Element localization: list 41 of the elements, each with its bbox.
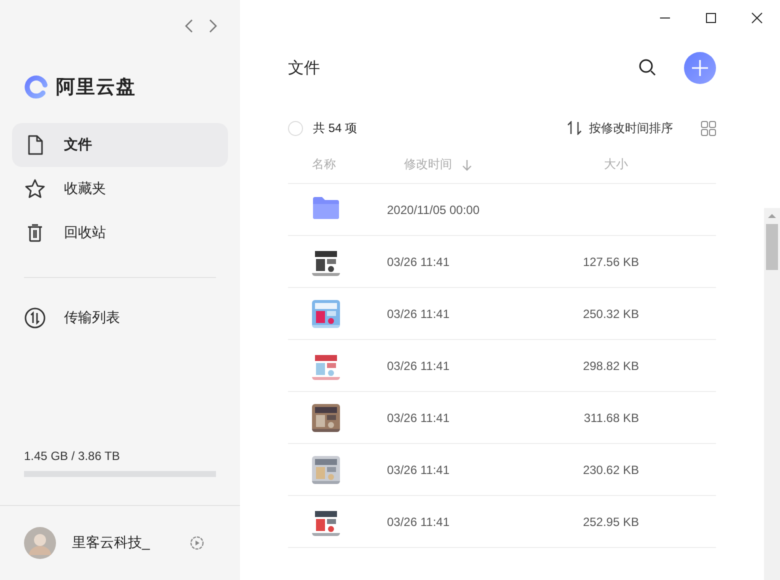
modified-time: 03/26 11:41 (387, 462, 451, 476)
storage-usage: 1.45 GB / 3.86 TB (24, 449, 121, 463)
modified-time: 03/26 11:41 (387, 254, 451, 268)
file-size: 252.95 KB (582, 514, 639, 528)
scroll-up-icon[interactable] (768, 213, 776, 218)
sidebar-item[interactable]: 收藏夹 (12, 167, 228, 211)
app-name: 阿里云盘 (56, 76, 136, 100)
play-button[interactable] (190, 536, 204, 550)
add-button[interactable] (684, 52, 716, 84)
sort-icon (567, 121, 583, 135)
sidebar-item[interactable]: 回收站 (12, 211, 228, 255)
file-size: 127.56 KB (582, 254, 639, 268)
sort-down-icon (462, 158, 472, 170)
file-size: 298.82 KB (582, 358, 639, 372)
sort-button[interactable]: 按修改时间排序 (567, 120, 673, 136)
plus-icon (691, 59, 709, 77)
logo-icon (24, 75, 48, 99)
folder-icon (312, 196, 340, 220)
transfer-icon (24, 307, 46, 329)
transfer-list-item[interactable]: 传输列表 (12, 296, 228, 340)
item-count: 共 54 项 (313, 120, 358, 136)
scrollbar-thumb[interactable] (766, 224, 778, 270)
search-button[interactable] (638, 58, 658, 78)
modified-time: 03/26 11:41 (387, 514, 451, 528)
sidebar-item[interactable]: 文件 (12, 123, 228, 167)
avatar[interactable] (24, 527, 56, 559)
close-icon (751, 12, 763, 24)
user-name: 里客云科技_ (72, 534, 151, 552)
maximize-icon (706, 13, 716, 23)
grid-view-button[interactable] (701, 120, 716, 136)
file-size: 250.32 KB (582, 306, 639, 320)
select-all-checkbox[interactable] (288, 120, 303, 136)
file-size: 230.62 KB (582, 462, 639, 476)
page-title: 文件 (288, 58, 321, 78)
modified-time: 03/26 11:41 (387, 358, 451, 372)
file-size: 311.68 KB (582, 410, 639, 424)
modified-time: 2020/11/05 00:00 (387, 202, 481, 216)
modified-time: 03/26 11:41 (387, 410, 451, 424)
star-icon (24, 178, 46, 200)
scrollbar[interactable] (764, 208, 780, 580)
modified-time: 03/26 11:41 (387, 306, 451, 320)
